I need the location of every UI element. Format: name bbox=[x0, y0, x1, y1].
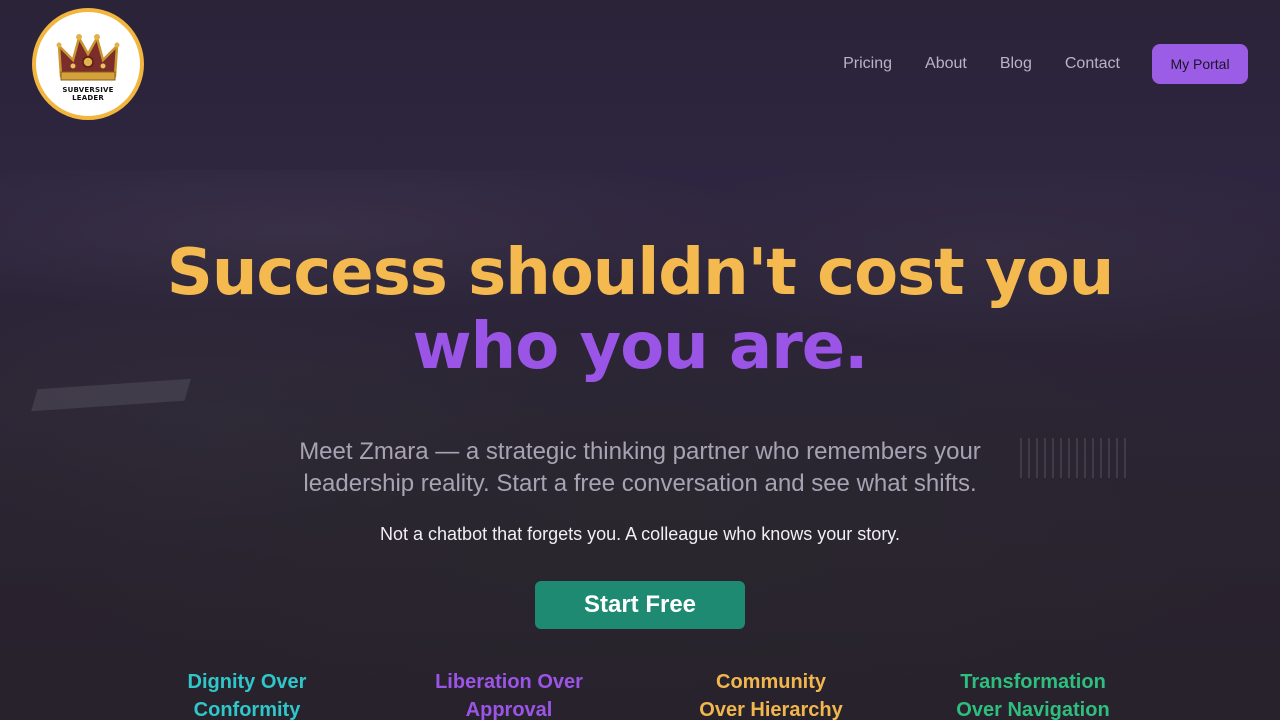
logo-text-line1: SUBVERSIVE bbox=[62, 86, 114, 94]
headline-line-2: who you are. bbox=[412, 310, 869, 384]
value-community: Community Over Hierarchy bbox=[651, 668, 891, 720]
my-portal-button[interactable]: My Portal bbox=[1152, 44, 1248, 84]
value-liberation: Liberation Over Approval bbox=[389, 668, 629, 720]
nav-link-about[interactable]: About bbox=[925, 55, 967, 73]
value-line: Approval bbox=[465, 699, 553, 720]
headline-line-1: Success shouldn't cost you bbox=[166, 236, 1115, 310]
value-line: Liberation Over bbox=[435, 671, 583, 693]
value-line: Transformation bbox=[960, 671, 1106, 693]
start-free-button[interactable]: Start Free bbox=[535, 581, 745, 629]
nav-link-pricing[interactable]: Pricing bbox=[843, 55, 892, 73]
value-dignity: Dignity Over Conformity bbox=[127, 668, 367, 720]
hero-section: Success shouldn't cost you who you are. … bbox=[0, 236, 1280, 629]
value-line: Over Hierarchy bbox=[699, 699, 843, 720]
value-line: Conformity bbox=[193, 699, 301, 720]
nav-link-contact[interactable]: Contact bbox=[1065, 55, 1120, 73]
crown-icon bbox=[56, 34, 120, 81]
main-nav: Pricing About Blog Contact My Portal bbox=[843, 44, 1248, 84]
hero-headline: Success shouldn't cost you who you are. bbox=[0, 236, 1280, 384]
value-line: Over Navigation bbox=[956, 699, 1110, 720]
value-line: Dignity Over bbox=[187, 671, 307, 693]
nav-link-blog[interactable]: Blog bbox=[1000, 55, 1032, 73]
hero-subtitle: Meet Zmara — a strategic thinking partne… bbox=[299, 438, 981, 497]
value-line: Community bbox=[716, 671, 826, 693]
hero-tagline: Not a chatbot that forgets you. A collea… bbox=[380, 524, 900, 544]
value-transformation: Transformation Over Navigation bbox=[913, 668, 1153, 720]
logo-text-line2: LEADER bbox=[72, 94, 104, 102]
logo[interactable]: SUBVERSIVE LEADER bbox=[32, 8, 144, 120]
